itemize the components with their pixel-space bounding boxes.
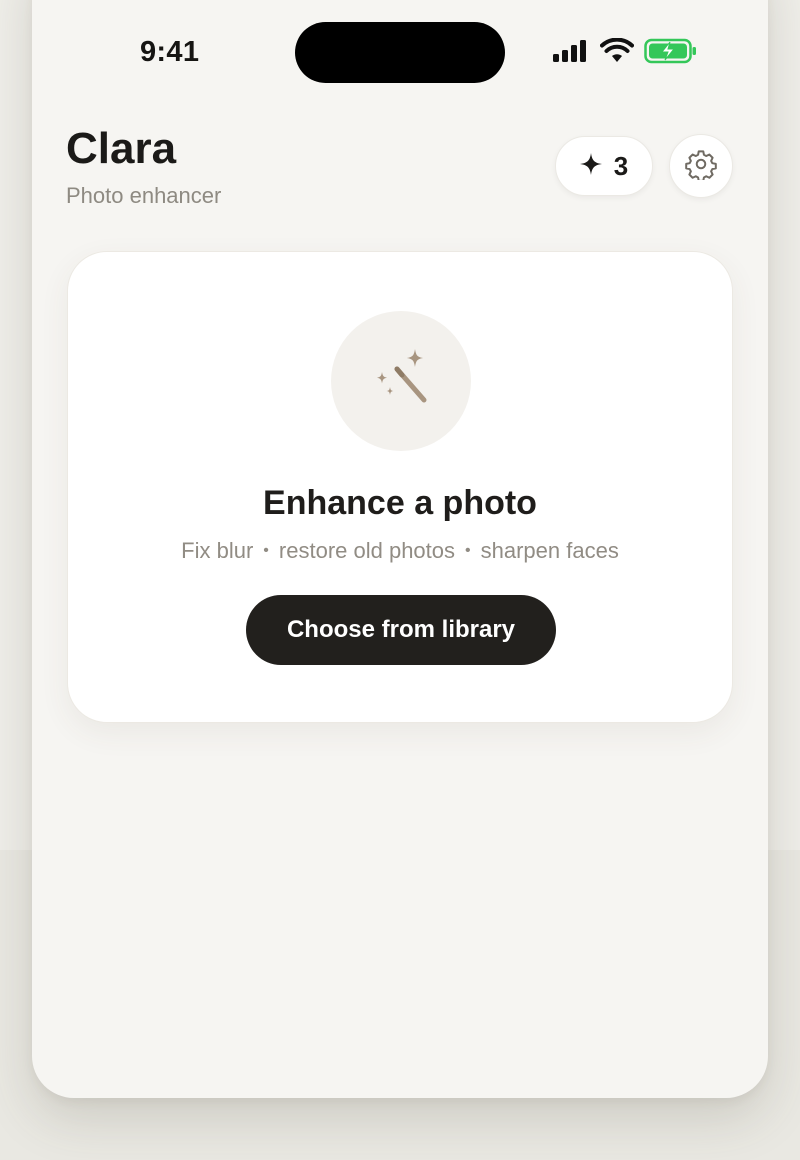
app-title: Clara (66, 124, 177, 173)
feature-item: Fix blur (181, 538, 254, 563)
enhance-card: Enhance a photo Fix blur • restore old p… (67, 251, 733, 723)
separator-dot: • (465, 542, 471, 559)
cellular-signal-icon (552, 39, 590, 68)
card-title: Enhance a photo (263, 484, 537, 522)
battery-charging-icon (644, 38, 698, 69)
feature-list: Fix blur • restore old photos • sharpen … (68, 538, 732, 564)
credits-count: 3 (613, 150, 629, 181)
feature-item: sharpen faces (480, 538, 619, 563)
credits-button[interactable]: 3 (555, 136, 653, 196)
separator-dot: • (263, 542, 269, 559)
gear-icon (685, 148, 717, 185)
settings-button[interactable] (669, 134, 733, 198)
magic-wand-icon (371, 348, 431, 414)
sparkle-icon (579, 151, 602, 182)
wand-icon-circle (331, 311, 471, 451)
dynamic-island (295, 22, 505, 83)
wifi-icon (600, 37, 634, 69)
feature-item: restore old photos (278, 538, 456, 563)
phone-screen: 9:41 Clara Photo enhancer 3 Enhance a ph… (32, 0, 768, 1098)
app-subtitle: Photo enhancer (66, 183, 222, 208)
choose-from-library-button[interactable]: Choose from library (246, 595, 556, 665)
status-time: 9:41 (140, 36, 200, 68)
status-icons (552, 37, 698, 69)
